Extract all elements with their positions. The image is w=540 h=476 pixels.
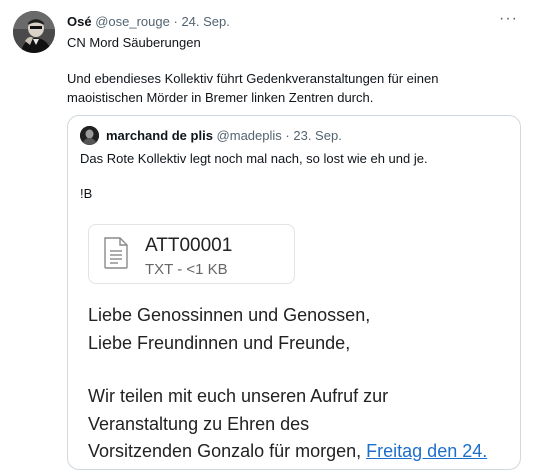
quoted-header-separator: ·	[285, 128, 290, 143]
quoted-text-line-2: !B	[80, 186, 93, 201]
avatar[interactable]	[13, 11, 55, 53]
header-separator: ·	[173, 14, 178, 29]
tweet-text-line-3: maoistischen Mörder in Bremer linken Zen…	[67, 90, 374, 105]
quoted-avatar-photo	[80, 126, 99, 145]
file-icon	[104, 237, 128, 269]
attachment-meta: TXT - <1 KB	[145, 261, 228, 278]
quoted-tweet[interactable]: marchand de plis @madeplis · 23. Sep. Da…	[67, 115, 521, 470]
author-handle[interactable]: @ose_rouge	[95, 14, 170, 29]
quoted-header: marchand de plis @madeplis · 23. Sep.	[106, 127, 342, 144]
avatar-photo	[13, 11, 55, 53]
email-line-2: Liebe Freundinnen und Freunde,	[88, 333, 351, 353]
tweet-date[interactable]: 24. Sep.	[181, 14, 229, 29]
author-name[interactable]: Osé	[67, 14, 92, 29]
tweet[interactable]: Osé @ose_rouge · 24. Sep. ··· CN Mord Sä…	[0, 0, 540, 476]
quoted-avatar	[80, 126, 99, 145]
quoted-author-handle: @madeplis	[216, 128, 282, 143]
email-line-4: Veranstaltung zu Ehren des	[88, 414, 310, 434]
tweet-text-line-2: Und ebendieses Kollektiv führt Gedenkver…	[67, 71, 439, 86]
attachment-name: ATT00001	[145, 235, 233, 256]
tweet-header: Osé @ose_rouge · 24. Sep.	[67, 13, 230, 30]
date-link[interactable]: Freitag den 24.	[366, 441, 487, 461]
email-line-1: Liebe Genossinnen und Genossen,	[88, 305, 371, 325]
quoted-text-line-1: Das Rote Kollektiv legt noch mal nach, s…	[80, 151, 428, 166]
email-line-3: Wir teilen mit euch unseren Aufruf zur	[88, 386, 389, 406]
quoted-date: 23. Sep.	[293, 128, 342, 143]
email-line-5: Vorsitzenden Gonzalo für morgen, Freitag…	[88, 437, 487, 465]
email-line-5-text: Vorsitzenden Gonzalo für morgen,	[88, 441, 367, 461]
attachment-card[interactable]: ATT00001 TXT - <1 KB	[88, 224, 295, 284]
quoted-author-name: marchand de plis	[106, 128, 213, 143]
tweet-text-line-1: CN Mord Säuberungen	[67, 35, 201, 50]
more-icon: ···	[499, 10, 518, 27]
more-options-button[interactable]: ···	[499, 11, 518, 27]
